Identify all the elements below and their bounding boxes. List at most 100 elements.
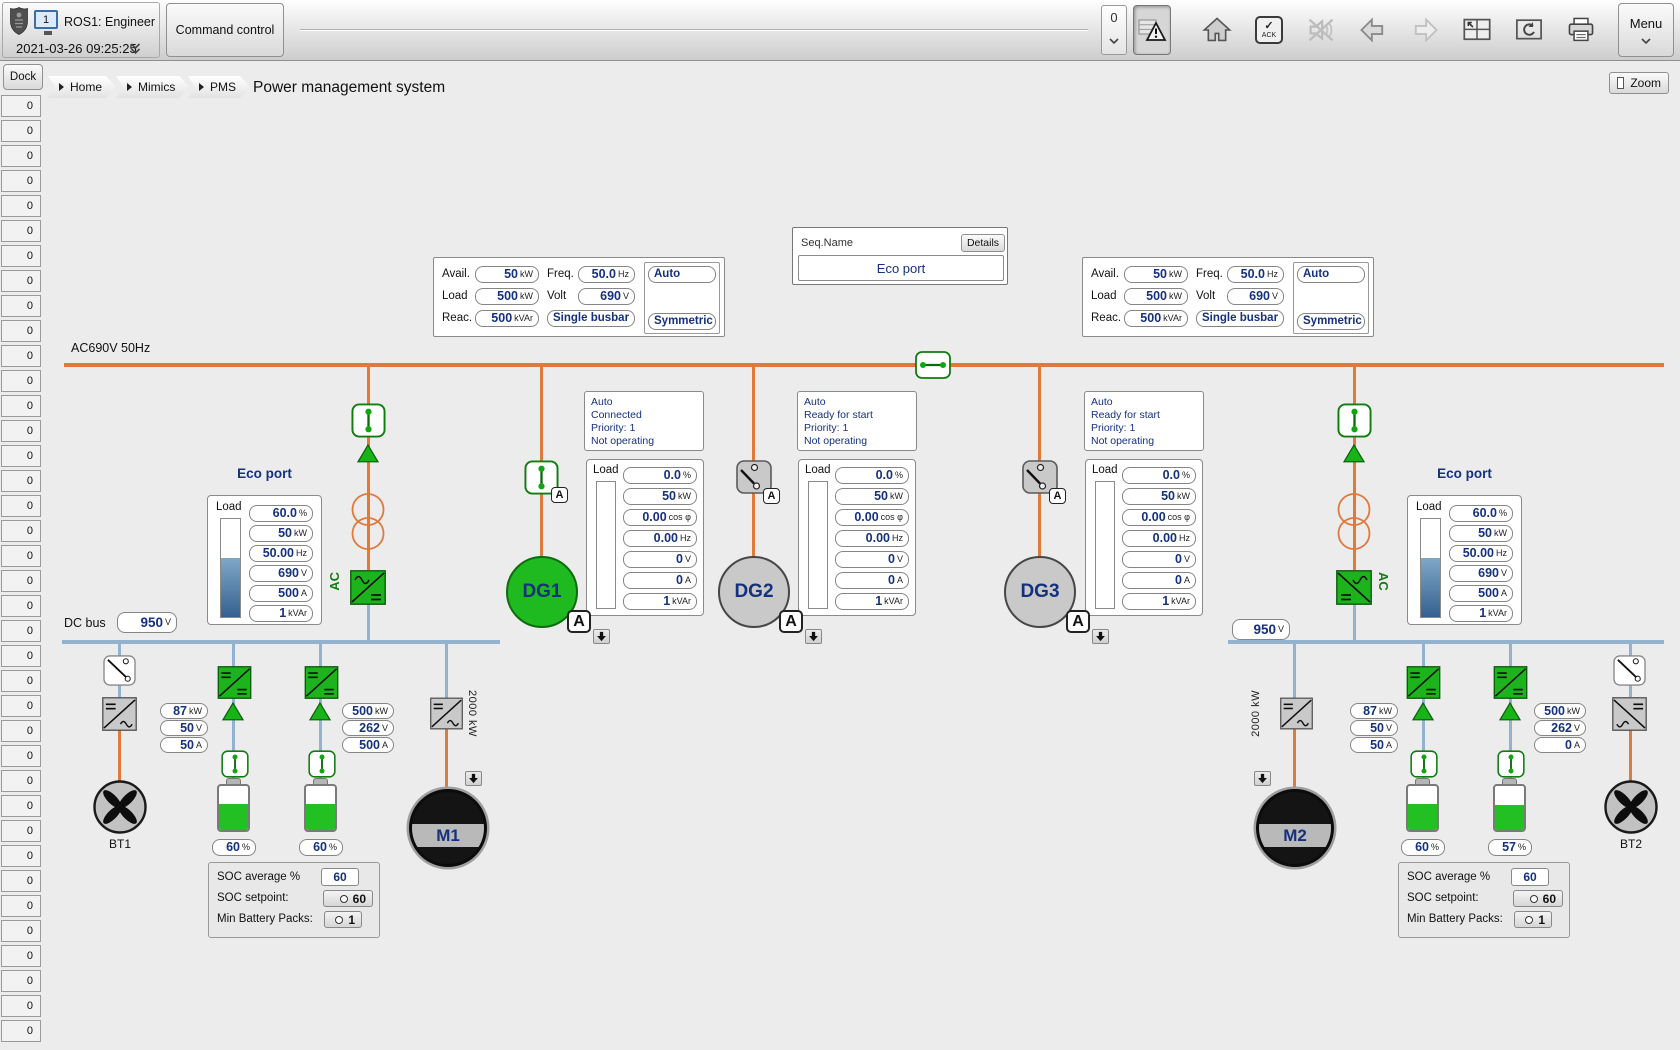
dock-counter-cell[interactable]: 0 xyxy=(1,120,41,142)
dock-counter-cell[interactable]: 0 xyxy=(1,520,41,542)
batteryL2-dcdc-converter[interactable] xyxy=(304,666,339,699)
dg3-expand-button[interactable] xyxy=(1092,629,1109,644)
bt2-converter[interactable] xyxy=(1612,697,1647,731)
dock-counter-cell[interactable]: 0 xyxy=(1,670,41,692)
dock-counter-cell[interactable]: 0 xyxy=(1,795,41,817)
eco-left-transformer[interactable] xyxy=(350,492,386,551)
ack-button[interactable]: ✓ACK xyxy=(1247,8,1291,52)
dock-counter-cell[interactable]: 0 xyxy=(1,895,41,917)
dock-counter-cell[interactable]: 0 xyxy=(1,845,41,867)
eco-right-breaker-closed[interactable] xyxy=(1337,403,1372,438)
dock-counter-cell[interactable]: 0 xyxy=(1,645,41,667)
dock-counter-cell[interactable]: 0 xyxy=(1,695,41,717)
home-button[interactable] xyxy=(1195,8,1239,52)
dock-counter-cell[interactable]: 0 xyxy=(1,570,41,592)
batteryL2[interactable] xyxy=(304,784,337,832)
dock-counter-cell[interactable]: 0 xyxy=(1,920,41,942)
forward-button[interactable] xyxy=(1403,8,1447,52)
bt1-converter[interactable] xyxy=(102,697,137,731)
bt1-breaker-open[interactable] xyxy=(103,655,136,686)
dock-counter-cell[interactable]: 0 xyxy=(1,420,41,442)
dock-counter-cell[interactable]: 0 xyxy=(1,470,41,492)
soc-setpoint-button[interactable]: 60 xyxy=(323,890,373,907)
alarm-counter[interactable]: 0 xyxy=(1101,5,1127,55)
dock-counter-cell[interactable]: 0 xyxy=(1,295,41,317)
m2-motor[interactable]: M2 xyxy=(1256,789,1334,867)
batteryL1[interactable] xyxy=(217,784,250,832)
split-view-button[interactable] xyxy=(1455,8,1499,52)
eco-left-acdc-converter[interactable] xyxy=(350,570,386,605)
batteryR2[interactable] xyxy=(1493,784,1526,832)
dock-counter-cell[interactable]: 0 xyxy=(1,395,41,417)
mute-button[interactable] xyxy=(1299,8,1343,52)
dg3-breaker-auto-badge[interactable]: A xyxy=(1049,488,1066,504)
dock-counter-cell[interactable]: 0 xyxy=(1,245,41,267)
min-battery-packs-button[interactable]: 1 xyxy=(1514,911,1552,928)
bus-tie-breaker[interactable] xyxy=(915,351,951,379)
menu-button[interactable]: Menu xyxy=(1618,3,1674,57)
batteryR1-dcdc-converter[interactable] xyxy=(1406,666,1441,699)
dock-button[interactable]: Dock xyxy=(3,64,43,90)
dock-counter-cell[interactable]: 0 xyxy=(1,270,41,292)
dg1-expand-button[interactable] xyxy=(593,629,610,644)
batteryR1[interactable] xyxy=(1406,784,1439,832)
breadcrumb-mimics[interactable]: Mimics xyxy=(116,76,189,98)
batteryR2-dcdc-converter[interactable] xyxy=(1493,666,1528,699)
batteryR1-breaker-closed[interactable] xyxy=(1410,750,1438,778)
soc-setpoint-button[interactable]: 60 xyxy=(1513,890,1563,907)
datetime-dropdown-icon2[interactable] xyxy=(130,48,141,54)
details-button[interactable]: Details xyxy=(961,234,1005,252)
command-control-button[interactable]: Command control xyxy=(166,3,284,57)
dock-counter-cell[interactable]: 0 xyxy=(1,95,41,117)
dg1-auto-badge[interactable]: A xyxy=(567,610,591,633)
dg3-auto-badge[interactable]: A xyxy=(1066,610,1090,633)
min-battery-packs-button[interactable]: 1 xyxy=(324,911,362,928)
bt2-breaker-open[interactable] xyxy=(1613,655,1646,686)
batteryL1-breaker-closed[interactable] xyxy=(221,750,249,778)
dock-counter-cell[interactable]: 0 xyxy=(1,870,41,892)
m1-motor[interactable]: M1 xyxy=(409,789,487,867)
breadcrumb-pms[interactable]: PMS xyxy=(188,76,250,98)
dg2-breaker-auto-badge[interactable]: A xyxy=(763,488,780,504)
dock-counter-cell[interactable]: 0 xyxy=(1,445,41,467)
eco-right-acdc-converter[interactable] xyxy=(1336,570,1372,605)
dock-counter-cell[interactable]: 0 xyxy=(1,195,41,217)
dock-counter-cell[interactable]: 0 xyxy=(1,320,41,342)
dg1-breaker-auto-badge[interactable]: A xyxy=(551,487,568,503)
dock-counter-cell[interactable]: 0 xyxy=(1,770,41,792)
dg2-expand-button[interactable] xyxy=(805,629,822,644)
bt2-thruster-fan[interactable] xyxy=(1603,779,1659,835)
dock-counter-cell[interactable]: 0 xyxy=(1,970,41,992)
dock-counter-cell[interactable]: 0 xyxy=(1,220,41,242)
dock-counter-cell[interactable]: 0 xyxy=(1,745,41,767)
dock-counter-cell[interactable]: 0 xyxy=(1,370,41,392)
dock-counter-cell[interactable]: 0 xyxy=(1,495,41,517)
batteryL1-dcdc-converter[interactable] xyxy=(217,666,252,699)
m1-dcac-converter[interactable] xyxy=(430,697,463,730)
dock-counter-cell[interactable]: 0 xyxy=(1,545,41,567)
dock-counter-cell[interactable]: 0 xyxy=(1,595,41,617)
dg2-auto-badge[interactable]: A xyxy=(779,610,803,633)
refresh-button[interactable] xyxy=(1507,8,1551,52)
breadcrumb-home[interactable]: Home xyxy=(48,76,116,98)
zoom-checkbox[interactable] xyxy=(1617,77,1624,89)
alarm-list-button[interactable] xyxy=(1133,5,1171,55)
dock-counter-cell[interactable]: 0 xyxy=(1,720,41,742)
m2-dcac-converter[interactable] xyxy=(1280,697,1313,730)
dock-counter-cell[interactable]: 0 xyxy=(1,1020,41,1042)
batteryL2-breaker-closed[interactable] xyxy=(308,750,336,778)
batteryR2-breaker-closed[interactable] xyxy=(1497,750,1525,778)
zoom-toggle[interactable]: Zoom xyxy=(1609,72,1669,94)
dock-counter-cell[interactable]: 0 xyxy=(1,145,41,167)
dock-counter-cell[interactable]: 0 xyxy=(1,345,41,367)
m1-expand-button[interactable] xyxy=(465,771,482,786)
back-button[interactable] xyxy=(1351,8,1395,52)
m2-expand-button[interactable] xyxy=(1254,771,1271,786)
eco-left-breaker-closed[interactable] xyxy=(351,403,386,438)
eco-right-transformer[interactable] xyxy=(1336,492,1372,551)
dock-counter-cell[interactable]: 0 xyxy=(1,945,41,967)
print-button[interactable] xyxy=(1559,8,1603,52)
bt1-thruster-fan[interactable] xyxy=(92,779,148,835)
dock-counter-cell[interactable]: 0 xyxy=(1,620,41,642)
dock-counter-cell[interactable]: 0 xyxy=(1,995,41,1017)
